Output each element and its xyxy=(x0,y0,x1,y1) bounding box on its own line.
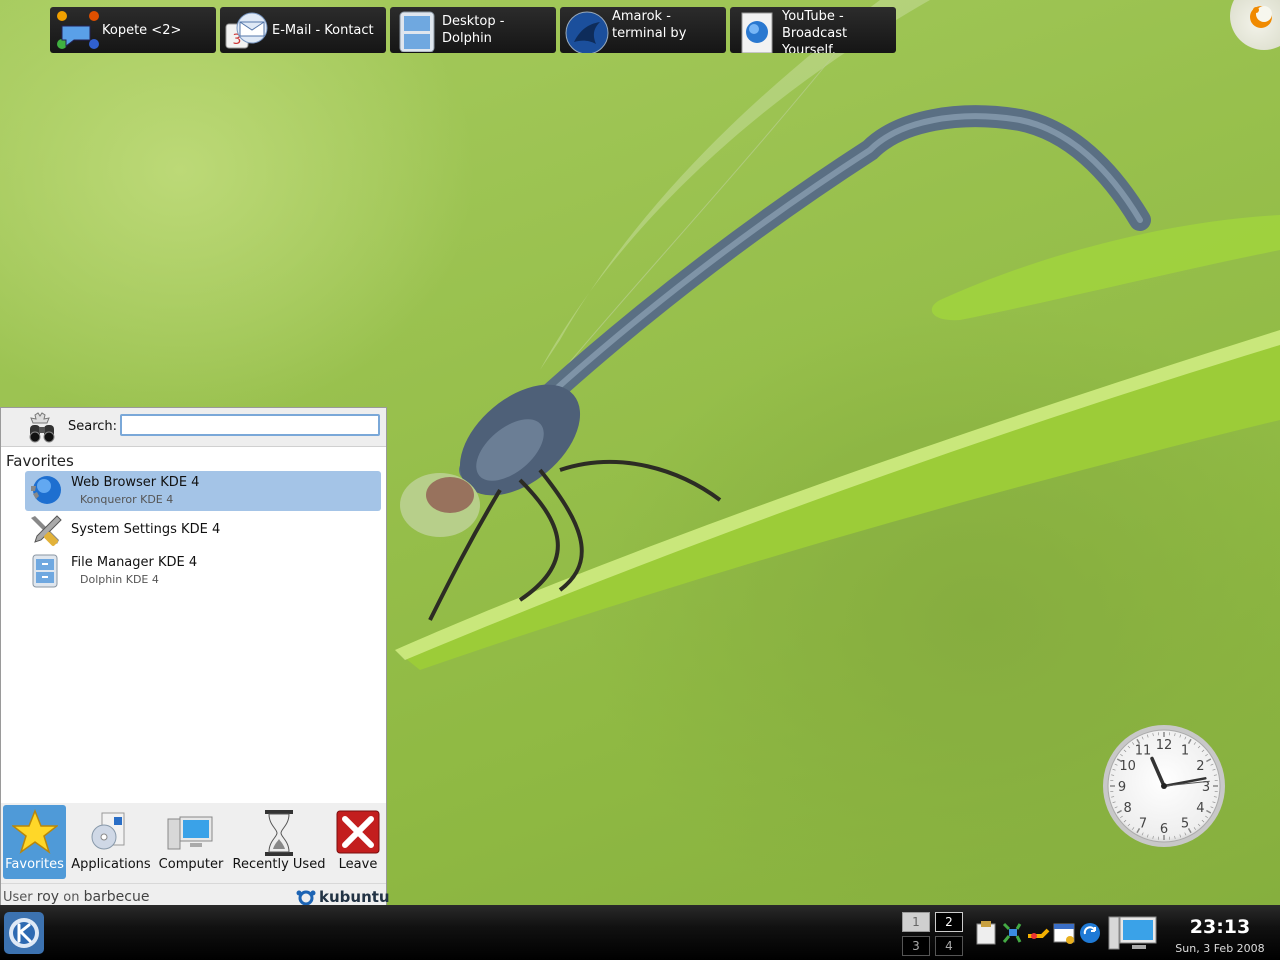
tab-applications[interactable]: Applications xyxy=(71,805,151,879)
favorite-system-settings[interactable]: System Settings KDE 4 xyxy=(25,511,381,551)
favorite-title: System Settings KDE 4 xyxy=(71,522,221,537)
clock-numeral: 10 xyxy=(1119,759,1136,774)
favorite-subtitle: Konqueror KDE 4 xyxy=(80,493,174,506)
favorite-title: Web Browser KDE 4 xyxy=(71,475,200,490)
kontact-icon: 3 xyxy=(225,12,268,49)
task-label: Amarok - terminal by xyxy=(612,9,687,41)
desktop-pager: 1 2 3 4 xyxy=(902,912,964,958)
clock-numeral: 12 xyxy=(1156,738,1173,753)
clock-numeral: 5 xyxy=(1181,816,1189,831)
task-label: YouTube - Broadcast Yourself. xyxy=(782,9,848,53)
clock-numeral: 9 xyxy=(1118,780,1126,795)
tab-computer[interactable]: Computer xyxy=(155,805,227,879)
task-youtube[interactable]: YouTube - Broadcast Yourself. xyxy=(730,7,896,53)
kopete-icon xyxy=(57,11,99,49)
clock-numeral: 6 xyxy=(1160,822,1168,837)
task-dolphin[interactable]: Desktop - Dolphin xyxy=(390,7,556,53)
task-label: Desktop - Dolphin xyxy=(442,14,505,46)
user-name: roy xyxy=(36,889,60,905)
task-label: E-Mail - Kontact xyxy=(272,23,374,38)
kickoff-tabbar: Favorites Applications Computer Recently… xyxy=(1,803,386,883)
hourglass-icon xyxy=(265,810,293,856)
analog-clock-widget[interactable]: 12 1234567891011 xyxy=(1102,724,1226,848)
pager-desktop-4[interactable]: 4 xyxy=(935,936,963,956)
pager-desktop-3[interactable]: 3 xyxy=(902,936,930,956)
favorites-heading: Favorites xyxy=(6,452,74,470)
tab-label: Recently Used xyxy=(232,857,326,872)
user-info-text: User roy on barbecue xyxy=(3,889,149,905)
clock-numeral: 7 xyxy=(1139,816,1147,831)
clock-numeral: 4 xyxy=(1196,801,1204,816)
klipper-icon[interactable] xyxy=(974,920,998,946)
favorite-subtitle: Dolphin KDE 4 xyxy=(80,573,159,586)
host-name: barbecue xyxy=(83,889,150,905)
task-kontact[interactable]: 3 E-Mail - Kontact xyxy=(220,7,386,53)
plasma-icon xyxy=(1250,6,1272,28)
search-bar: Search: xyxy=(1,408,386,447)
system-tray xyxy=(972,918,1110,952)
pager-desktop-1[interactable]: 1 xyxy=(902,912,930,932)
clock-numeral: 11 xyxy=(1135,744,1152,759)
clock-numeral: 2 xyxy=(1196,759,1204,774)
calendar-icon[interactable] xyxy=(1052,920,1076,946)
pager-desktop-2[interactable]: 2 xyxy=(935,912,963,932)
tab-leave[interactable]: Leave xyxy=(331,805,385,879)
clock-numeral: 8 xyxy=(1123,801,1131,816)
panel-clock-time[interactable]: 23:13 xyxy=(1170,916,1270,938)
tab-label: Leave xyxy=(338,857,378,872)
tab-label: Applications xyxy=(71,857,151,872)
favorite-file-manager[interactable]: File Manager KDE 4 Dolphin KDE 4 xyxy=(25,551,381,591)
task-amarok[interactable]: Amarok - terminal by xyxy=(560,7,726,53)
favorite-web-browser[interactable]: Web Browser KDE 4 Konqueror KDE 4 xyxy=(25,471,381,511)
amarok-icon xyxy=(565,11,609,53)
settings-tools-icon xyxy=(31,515,62,546)
applications-icon xyxy=(91,812,125,850)
network-icon[interactable] xyxy=(1000,920,1024,946)
task-kopete[interactable]: Kopete <2> xyxy=(50,7,216,53)
search-input[interactable] xyxy=(120,414,380,436)
panel-clock-date[interactable]: Sun, 3 Feb 2008 xyxy=(1166,942,1274,955)
kickoff-menu: Search: Favorites Web Browser KDE 4 Konq… xyxy=(0,407,390,912)
user-prefix: User xyxy=(3,890,33,905)
search-label: Search: xyxy=(68,419,118,434)
file-cabinet-icon xyxy=(32,554,58,588)
favorite-title: File Manager KDE 4 xyxy=(71,555,198,570)
tab-favorites[interactable]: Favorites xyxy=(3,805,66,879)
user-on: on xyxy=(63,890,80,905)
update-icon[interactable] xyxy=(1078,920,1102,946)
tab-recently-used[interactable]: Recently Used xyxy=(231,805,327,879)
wireless-icon[interactable] xyxy=(1026,920,1050,946)
computer-icon xyxy=(167,816,213,850)
kde-menu-button[interactable] xyxy=(2,910,46,956)
dolphin-icon xyxy=(399,11,435,52)
task-label: Kopete <2> xyxy=(102,23,182,38)
tab-label: Favorites xyxy=(5,857,64,872)
leave-icon xyxy=(336,810,380,854)
star-icon xyxy=(11,809,58,854)
kubuntu-brand: kubuntu xyxy=(319,888,390,906)
konqueror-icon xyxy=(741,12,773,53)
binoculars-icon xyxy=(29,412,55,443)
show-desktop-button[interactable] xyxy=(1108,915,1158,953)
clock-numeral: 1 xyxy=(1181,744,1189,759)
globe-icon xyxy=(31,476,61,504)
tab-label: Computer xyxy=(158,857,224,872)
